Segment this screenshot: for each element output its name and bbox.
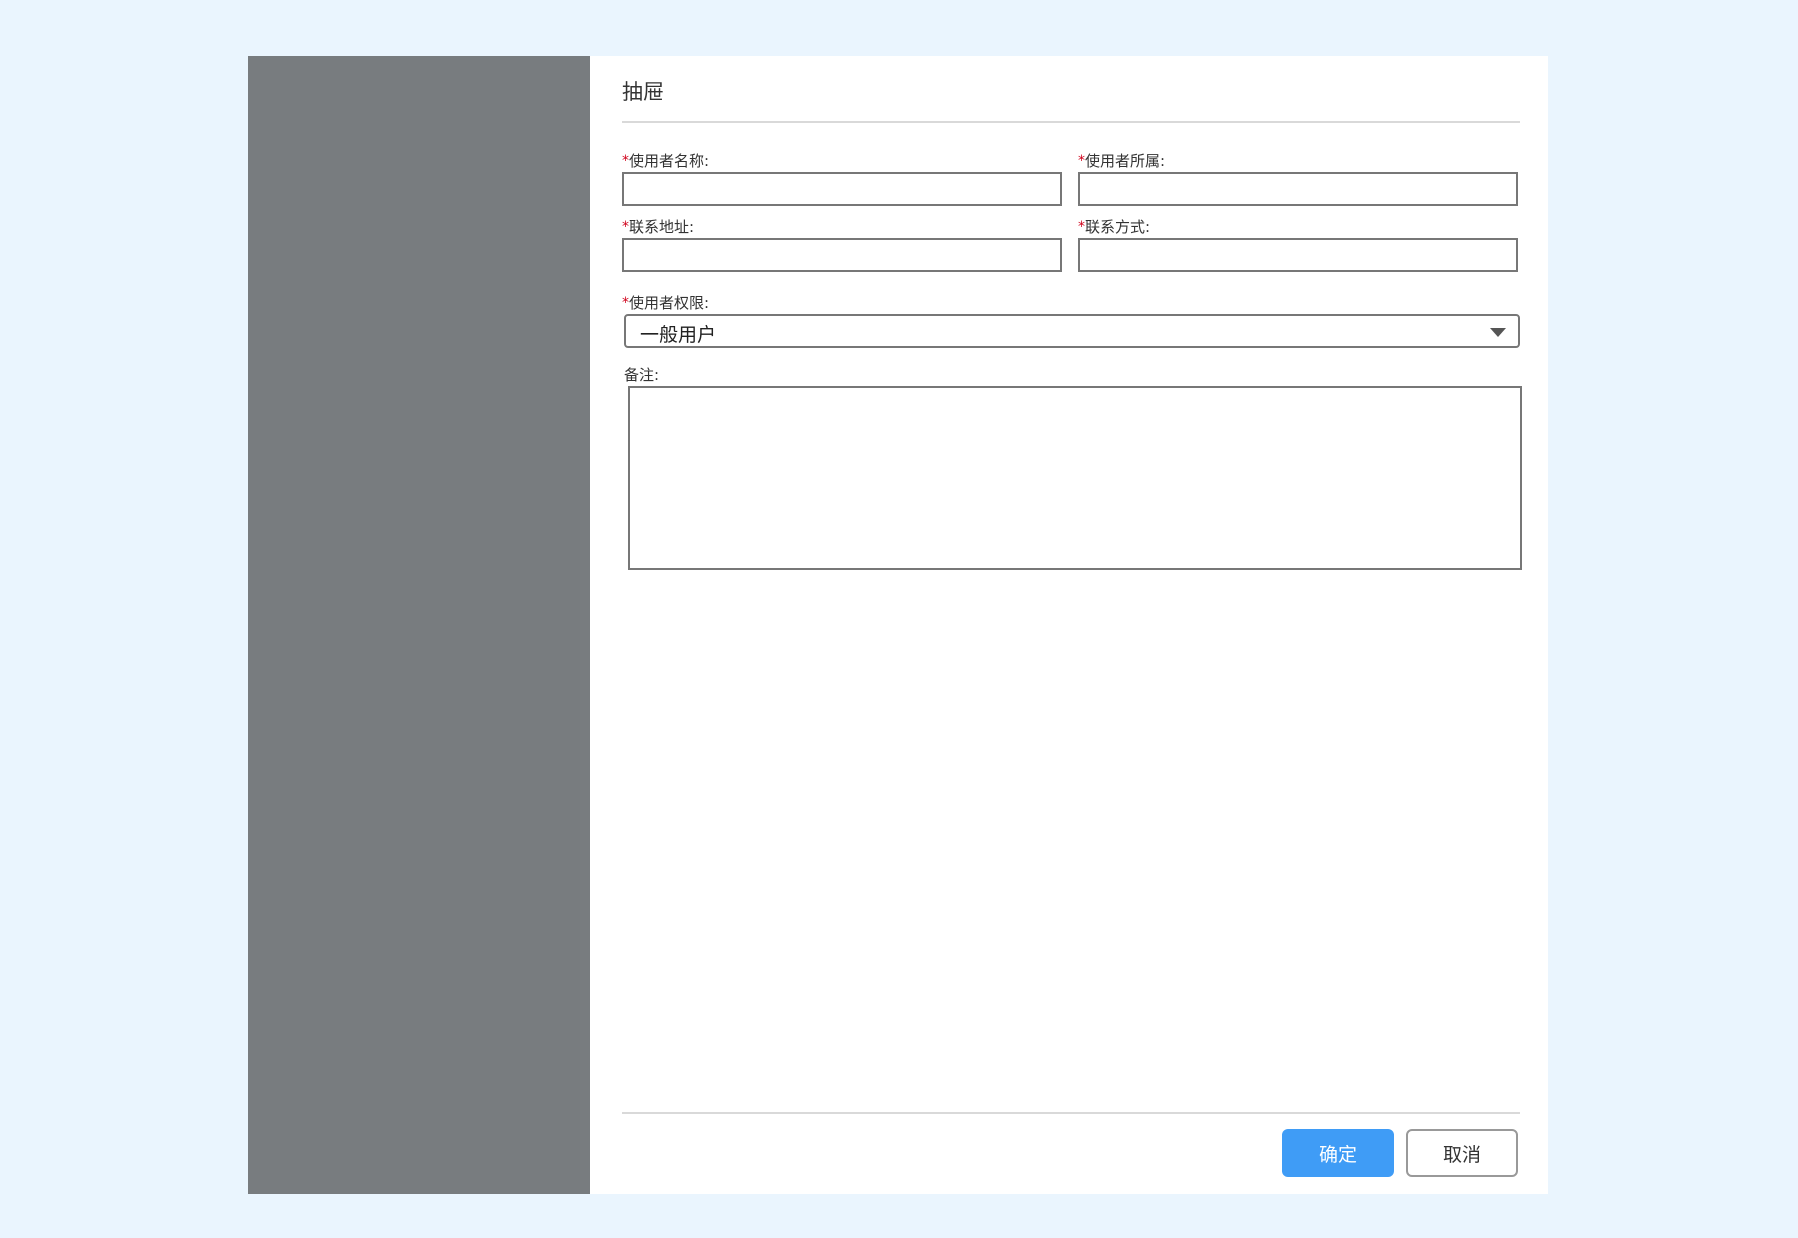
confirm-button[interactable]: 确定 <box>1282 1129 1394 1177</box>
remarks-field: 备注: <box>624 364 1522 570</box>
overlay-mask[interactable] <box>248 56 590 1194</box>
required-mark: * <box>1078 219 1085 235</box>
user-name-input[interactable] <box>622 172 1062 206</box>
drawer-panel: 抽屉 *使用者名称: *使用者所属: *联系地址: *联系方式: *使用者权限:… <box>590 56 1548 1194</box>
user-permission-label: *使用者权限: <box>622 292 1520 314</box>
drawer-header: 抽屉 <box>622 56 1520 123</box>
drawer-footer: 确定 取消 <box>622 1112 1520 1194</box>
cancel-button[interactable]: 取消 <box>1406 1129 1518 1177</box>
contact-method-input[interactable] <box>1078 238 1518 272</box>
user-name-label-text: 使用者名称: <box>629 152 710 170</box>
required-mark: * <box>622 219 629 235</box>
required-mark: * <box>622 153 629 169</box>
user-affiliation-input[interactable] <box>1078 172 1518 206</box>
remarks-textarea[interactable] <box>628 386 1522 570</box>
caret-down-icon <box>1490 328 1506 337</box>
required-mark: * <box>1078 153 1085 169</box>
user-name-label: *使用者名称: <box>622 150 1062 172</box>
contact-address-label: *联系地址: <box>622 216 1062 238</box>
contact-address-input[interactable] <box>622 238 1062 272</box>
user-permission-select[interactable]: 一般用户 <box>624 314 1520 348</box>
user-affiliation-label-text: 使用者所属: <box>1085 152 1166 170</box>
contact-address-label-text: 联系地址: <box>629 218 695 236</box>
contact-address-field: *联系地址: <box>622 216 1062 272</box>
drawer-title: 抽屉 <box>622 80 664 104</box>
drawer-frame: 抽屉 *使用者名称: *使用者所属: *联系地址: *联系方式: *使用者权限:… <box>248 56 1548 1194</box>
user-affiliation-field: *使用者所属: <box>1078 150 1518 206</box>
contact-method-label: *联系方式: <box>1078 216 1518 238</box>
user-permission-field: *使用者权限: 一般用户 <box>622 292 1520 348</box>
contact-method-label-text: 联系方式: <box>1085 218 1151 236</box>
user-permission-label-text: 使用者权限: <box>629 294 710 312</box>
user-permission-selected: 一般用户 <box>640 324 717 346</box>
remarks-label: 备注: <box>624 366 660 384</box>
contact-method-field: *联系方式: <box>1078 216 1518 272</box>
user-name-field: *使用者名称: <box>622 150 1062 206</box>
required-mark: * <box>622 295 629 311</box>
user-affiliation-label: *使用者所属: <box>1078 150 1518 172</box>
